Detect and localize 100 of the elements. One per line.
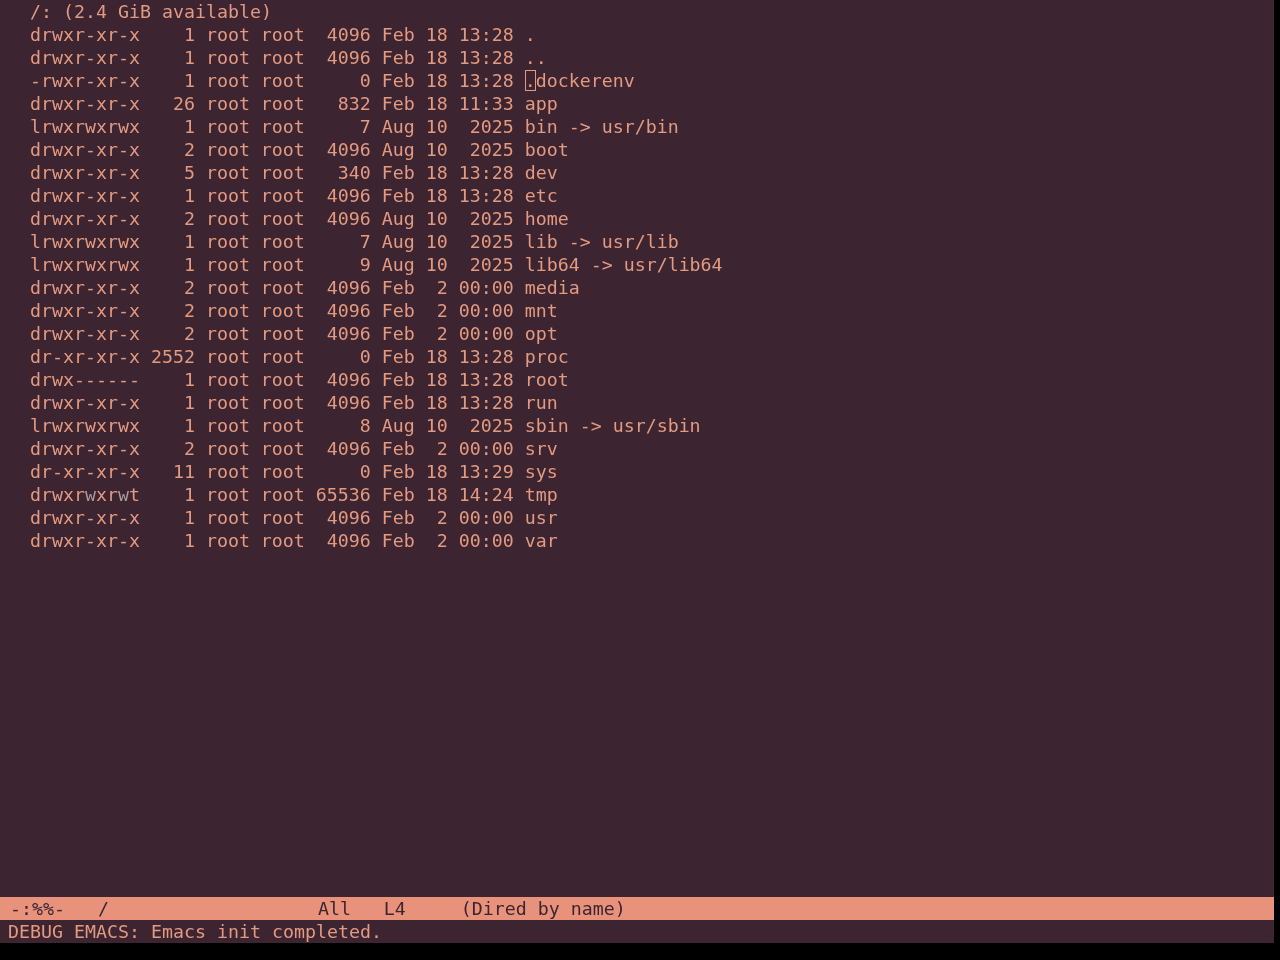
modified-time: 00:00	[458, 276, 514, 299]
file-size: 0	[358, 460, 371, 483]
owner-name: root	[205, 529, 250, 552]
owner-name: root	[205, 69, 250, 92]
file-name[interactable]: opt	[524, 322, 558, 345]
date-day: 10	[425, 115, 448, 138]
modified-time: 2025	[468, 414, 514, 437]
date-day: 10	[425, 253, 448, 276]
owner-name: root	[205, 345, 250, 368]
group-name: root	[260, 69, 305, 92]
group-name: root	[260, 184, 305, 207]
file-size: 7	[358, 115, 371, 138]
modified-time: 00:00	[458, 299, 514, 322]
owner-name: root	[205, 184, 250, 207]
file-name[interactable]: boot	[524, 138, 569, 161]
file-name[interactable]: srv	[524, 437, 558, 460]
permissions-text: drwxr-xr-x	[30, 207, 140, 230]
group-name: root	[260, 483, 305, 506]
modified-time: 13:28	[458, 345, 514, 368]
date-month: Feb	[381, 46, 415, 69]
file-name[interactable]: media	[524, 276, 580, 299]
modified-time: 2025	[468, 230, 514, 253]
date-day: 10	[425, 138, 448, 161]
modified-time: 13:28	[458, 368, 514, 391]
owner-name: root	[205, 460, 250, 483]
permissions-text: dr-xr-xr-x	[30, 345, 140, 368]
link-count: 2	[182, 138, 195, 161]
file-size: 4096	[325, 529, 371, 552]
link-count: 1	[182, 69, 195, 92]
file-size: 4096	[325, 276, 371, 299]
permissions-text: drwxr-xr-x	[30, 92, 140, 115]
buffer-status: -:%%-	[10, 897, 66, 920]
file-name[interactable]: sbin -> usr/sbin	[524, 414, 701, 437]
modified-time: 2025	[468, 115, 514, 138]
file-name[interactable]: usr	[524, 506, 558, 529]
link-count: 1	[182, 46, 195, 69]
file-name[interactable]: .	[524, 23, 536, 46]
group-name: root	[260, 230, 305, 253]
date-day: 18	[425, 46, 448, 69]
date-day: 18	[425, 460, 448, 483]
modified-time: 00:00	[458, 506, 514, 529]
file-name[interactable]: lib -> usr/lib	[524, 230, 679, 253]
file-name[interactable]: app	[524, 92, 558, 115]
file-name[interactable]: dev	[524, 161, 558, 184]
owner-name: root	[205, 506, 250, 529]
date-month: Feb	[381, 529, 415, 552]
file-name[interactable]: run	[524, 391, 558, 414]
permissions-text: drwx------	[30, 368, 140, 391]
permissions-text: lrwxrwxrwx	[30, 253, 140, 276]
file-name[interactable]: mnt	[524, 299, 558, 322]
link-count: 2	[182, 322, 195, 345]
file-name[interactable]: var	[524, 529, 558, 552]
file-name[interactable]: tmp	[524, 483, 558, 506]
link-count: 1	[182, 414, 195, 437]
date-month: Feb	[381, 184, 415, 207]
echo-area-message: DEBUG EMACS: Emacs init completed.	[8, 920, 382, 943]
permissions-text: lrwxrwxrwx	[30, 115, 140, 138]
owner-name: root	[205, 391, 250, 414]
file-name[interactable]: root	[524, 368, 569, 391]
major-mode: (Dired by name)	[460, 897, 626, 920]
file-size: 832	[336, 92, 371, 115]
modified-time: 13:28	[458, 161, 514, 184]
date-month: Feb	[381, 276, 415, 299]
modified-time: 14:24	[458, 483, 514, 506]
file-size: 4096	[325, 391, 371, 414]
modified-time: 13:29	[458, 460, 514, 483]
file-size: 4096	[325, 368, 371, 391]
link-count: 1	[182, 184, 195, 207]
link-count: 1	[182, 23, 195, 46]
date-day: 2	[425, 299, 448, 322]
link-count: 1	[182, 115, 195, 138]
file-size: 340	[336, 161, 371, 184]
permissions-text: drwxr-xr-x	[30, 161, 140, 184]
date-month: Feb	[381, 322, 415, 345]
group-name: root	[260, 161, 305, 184]
file-name[interactable]: proc	[524, 345, 569, 368]
file-size: 4096	[325, 437, 371, 460]
file-name[interactable]: lib64 -> usr/lib64	[524, 253, 723, 276]
date-day: 2	[425, 437, 448, 460]
file-name[interactable]: sys	[524, 460, 558, 483]
file-name[interactable]: bin -> usr/bin	[524, 115, 679, 138]
modified-time: 11:33	[458, 92, 514, 115]
file-name[interactable]: ..	[524, 46, 547, 69]
date-month: Aug	[381, 138, 415, 161]
permissions-text: drwxr-xr-x	[30, 437, 140, 460]
file-name[interactable]: home	[524, 207, 569, 230]
file-size: 9	[358, 253, 371, 276]
date-day: 10	[425, 207, 448, 230]
date-day: 10	[425, 414, 448, 437]
file-size: 4096	[325, 322, 371, 345]
file-size: 4096	[325, 138, 371, 161]
date-day: 2	[425, 529, 448, 552]
permissions-text: drwxr-xr-x	[30, 138, 140, 161]
date-day: 18	[425, 69, 448, 92]
file-name[interactable]: etc	[524, 184, 558, 207]
link-count: 1	[182, 529, 195, 552]
date-month: Feb	[381, 437, 415, 460]
modified-time: 2025	[468, 207, 514, 230]
modified-time: 00:00	[458, 529, 514, 552]
date-month: Aug	[381, 207, 415, 230]
